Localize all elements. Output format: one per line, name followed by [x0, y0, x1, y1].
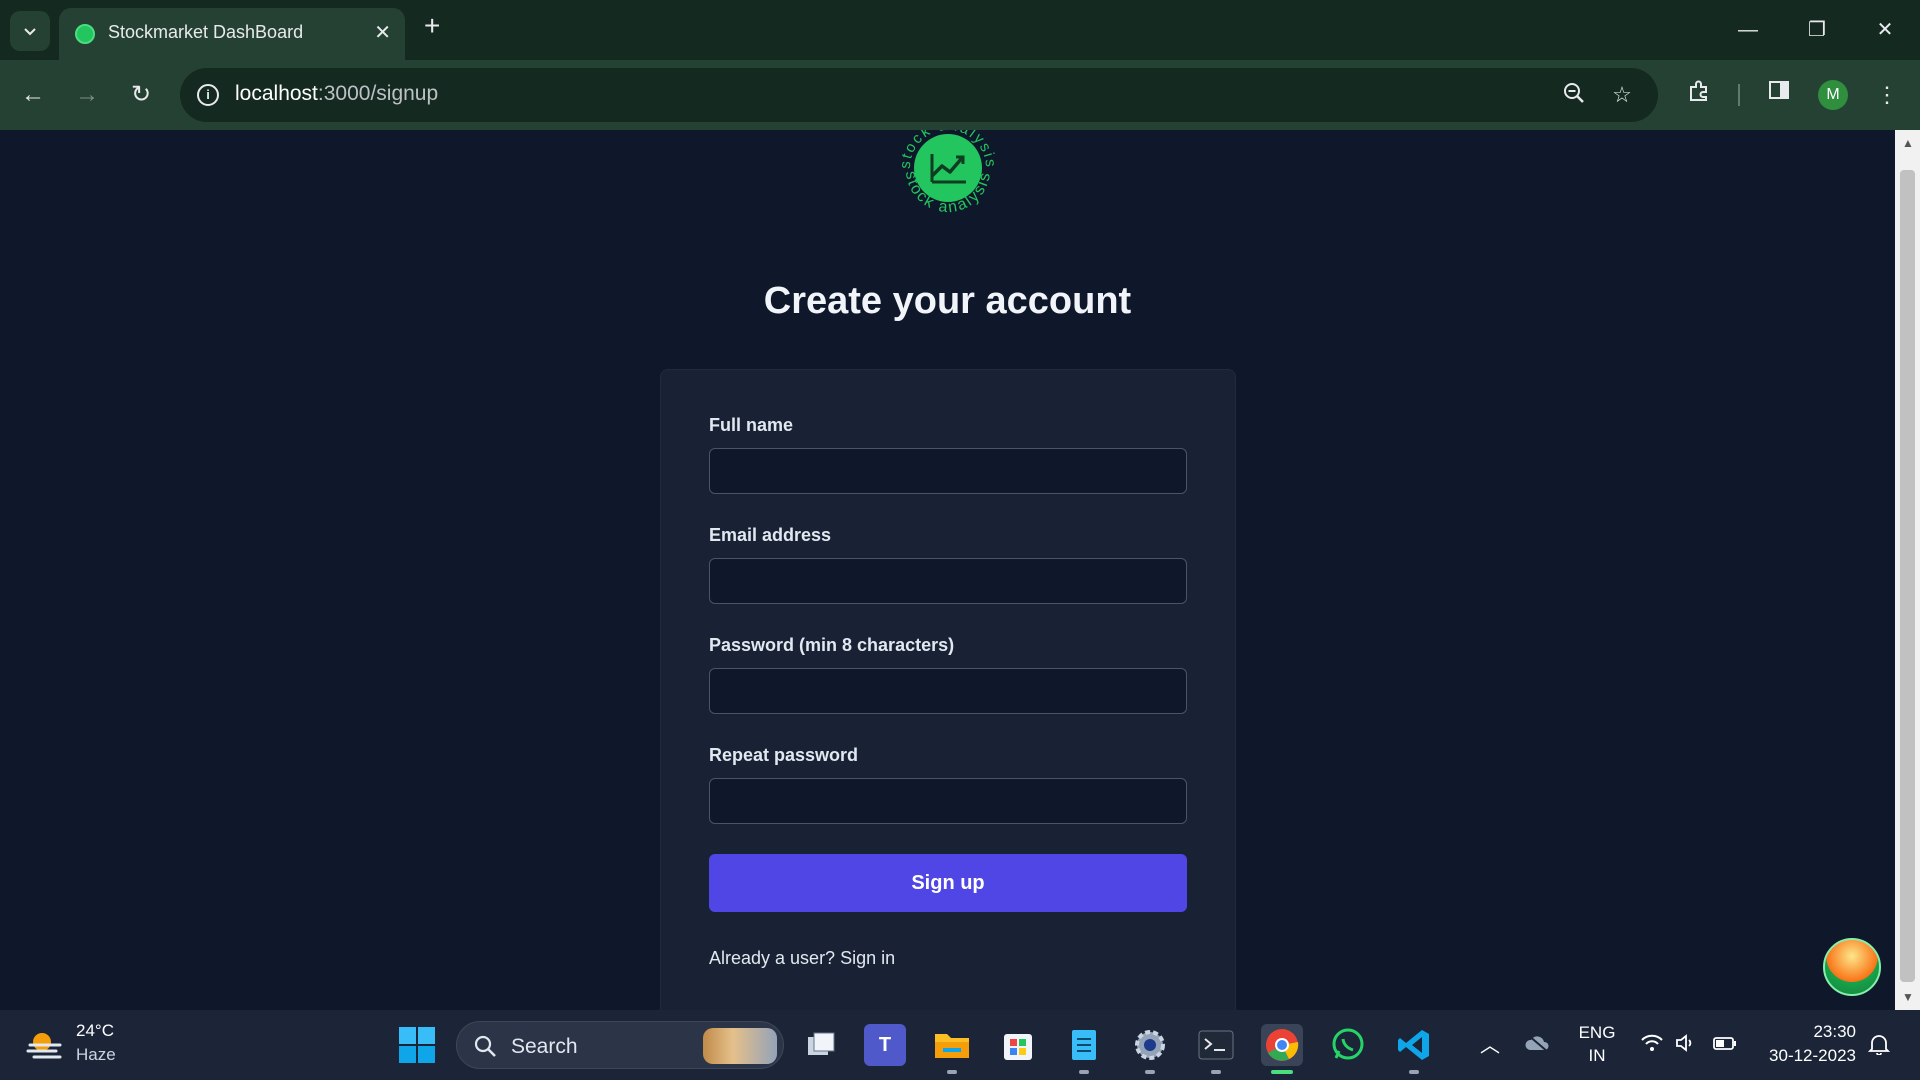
zoom-icon[interactable]	[1560, 81, 1588, 109]
repeat-password-input[interactable]	[709, 778, 1187, 824]
notification-bell-icon[interactable]	[1867, 1033, 1891, 1061]
browser-tab-active[interactable]: Stockmarket DashBoard ✕	[59, 8, 405, 60]
running-indicator	[1409, 1070, 1419, 1074]
task-view-icon[interactable]	[800, 1024, 842, 1066]
windows-start-icon[interactable]	[398, 1026, 436, 1064]
forward-icon[interactable]: →	[70, 78, 104, 112]
sign-in-link[interactable]: Already a user? Sign in	[709, 948, 895, 969]
more-menu-icon[interactable]: ⋮	[1870, 78, 1904, 112]
tab-title: Stockmarket DashBoard	[108, 22, 304, 42]
wifi-icon[interactable]	[1640, 1033, 1664, 1059]
whatsapp-icon[interactable]	[1327, 1024, 1369, 1066]
restore-icon[interactable]: ❐	[1797, 14, 1837, 46]
language-indicator-bottom[interactable]: IN	[1578, 1046, 1616, 1066]
windows-taskbar: 24°C Haze Search T ︿ ENG IN 23:30 30-12-…	[0, 1010, 1920, 1080]
weather-temperature[interactable]: 24°C	[76, 1021, 114, 1041]
scroll-down-icon[interactable]: ▼	[1902, 990, 1914, 1004]
back-icon[interactable]: ←	[16, 78, 50, 112]
stock-analysis-logo: stock analysis stock analysis	[897, 130, 997, 216]
running-indicator	[947, 1070, 957, 1074]
site-info-icon[interactable]: i	[197, 84, 219, 106]
search-placeholder: Search	[511, 1035, 578, 1058]
window-close-icon[interactable]: ✕	[1865, 14, 1905, 46]
search-icon	[474, 1035, 496, 1057]
vs-code-icon[interactable]	[1393, 1024, 1435, 1074]
chrome-icon[interactable]	[1261, 1024, 1303, 1074]
page-scrollbar[interactable]: ▲ ▼	[1895, 130, 1920, 1010]
tab-search-button[interactable]	[10, 11, 50, 51]
repeat-password-label: Repeat password	[709, 745, 859, 765]
new-tab-icon[interactable]: +	[424, 12, 440, 40]
weather-description[interactable]: Haze	[76, 1045, 116, 1065]
tab-favicon-icon	[75, 24, 95, 44]
page-title: Create your account	[763, 280, 1132, 322]
terminal-icon[interactable]	[1195, 1024, 1237, 1074]
toolbar-divider	[1738, 84, 1740, 106]
browser-tab-bar: Stockmarket DashBoard ✕ + — ❐ ✕	[0, 0, 1920, 60]
taskbar-search[interactable]: Search	[456, 1021, 784, 1069]
running-indicator	[1211, 1070, 1221, 1074]
page-viewport: stock analysis stock analysis Create you…	[0, 130, 1895, 1010]
url-host: localhost	[235, 82, 318, 105]
bookmark-star-icon[interactable]: ☆	[1608, 81, 1636, 109]
reload-icon[interactable]: ↻	[124, 78, 158, 112]
password-label: Password (min 8 characters)	[709, 635, 955, 655]
search-highlight-image	[703, 1028, 777, 1064]
extensions-icon[interactable]	[1682, 78, 1716, 112]
signup-form-card: Full name Email address Password (min 8 …	[660, 369, 1236, 1010]
scroll-thumb[interactable]	[1900, 170, 1915, 982]
address-bar[interactable]: i localhost:3000/signup ☆	[180, 68, 1658, 122]
clock-time[interactable]: 23:30	[1760, 1022, 1856, 1042]
floating-assistant-icon[interactable]	[1823, 938, 1881, 996]
password-input[interactable]	[709, 668, 1187, 714]
show-hidden-icons-icon[interactable]: ︿	[1480, 1029, 1500, 1058]
side-panel-icon[interactable]	[1762, 78, 1796, 112]
email-input[interactable]	[709, 558, 1187, 604]
notepad-icon[interactable]	[1063, 1024, 1105, 1074]
email-label: Email address	[709, 525, 832, 545]
onedrive-icon[interactable]	[1524, 1033, 1552, 1059]
teams-icon[interactable]: T	[864, 1024, 906, 1066]
tab-close-icon[interactable]: ✕	[374, 20, 391, 45]
running-indicator	[1271, 1070, 1293, 1074]
clock-date[interactable]: 30-12-2023	[1760, 1046, 1856, 1066]
minimize-icon[interactable]: —	[1728, 14, 1768, 46]
language-indicator-top[interactable]: ENG	[1578, 1023, 1616, 1043]
chevron-down-icon	[24, 28, 36, 36]
profile-avatar[interactable]: M	[1818, 80, 1848, 110]
volume-icon[interactable]	[1674, 1033, 1698, 1059]
full-name-input[interactable]	[709, 448, 1187, 494]
running-indicator	[1079, 1070, 1089, 1074]
full-name-label: Full name	[709, 415, 794, 435]
sign-up-button[interactable]: Sign up	[709, 854, 1187, 912]
settings-gear-icon[interactable]	[1129, 1024, 1171, 1074]
microsoft-store-icon[interactable]	[997, 1024, 1039, 1066]
scroll-up-icon[interactable]: ▲	[1902, 136, 1914, 150]
file-explorer-icon[interactable]	[931, 1024, 973, 1074]
running-indicator	[1145, 1070, 1155, 1074]
battery-icon[interactable]	[1712, 1033, 1738, 1059]
browser-toolbar: ← → ↻ i localhost:3000/signup ☆ M ⋮	[0, 60, 1920, 130]
url-path: :3000/signup	[317, 82, 439, 105]
url-text[interactable]: localhost:3000/signup	[235, 82, 438, 106]
haze-weather-icon[interactable]	[26, 1028, 64, 1062]
